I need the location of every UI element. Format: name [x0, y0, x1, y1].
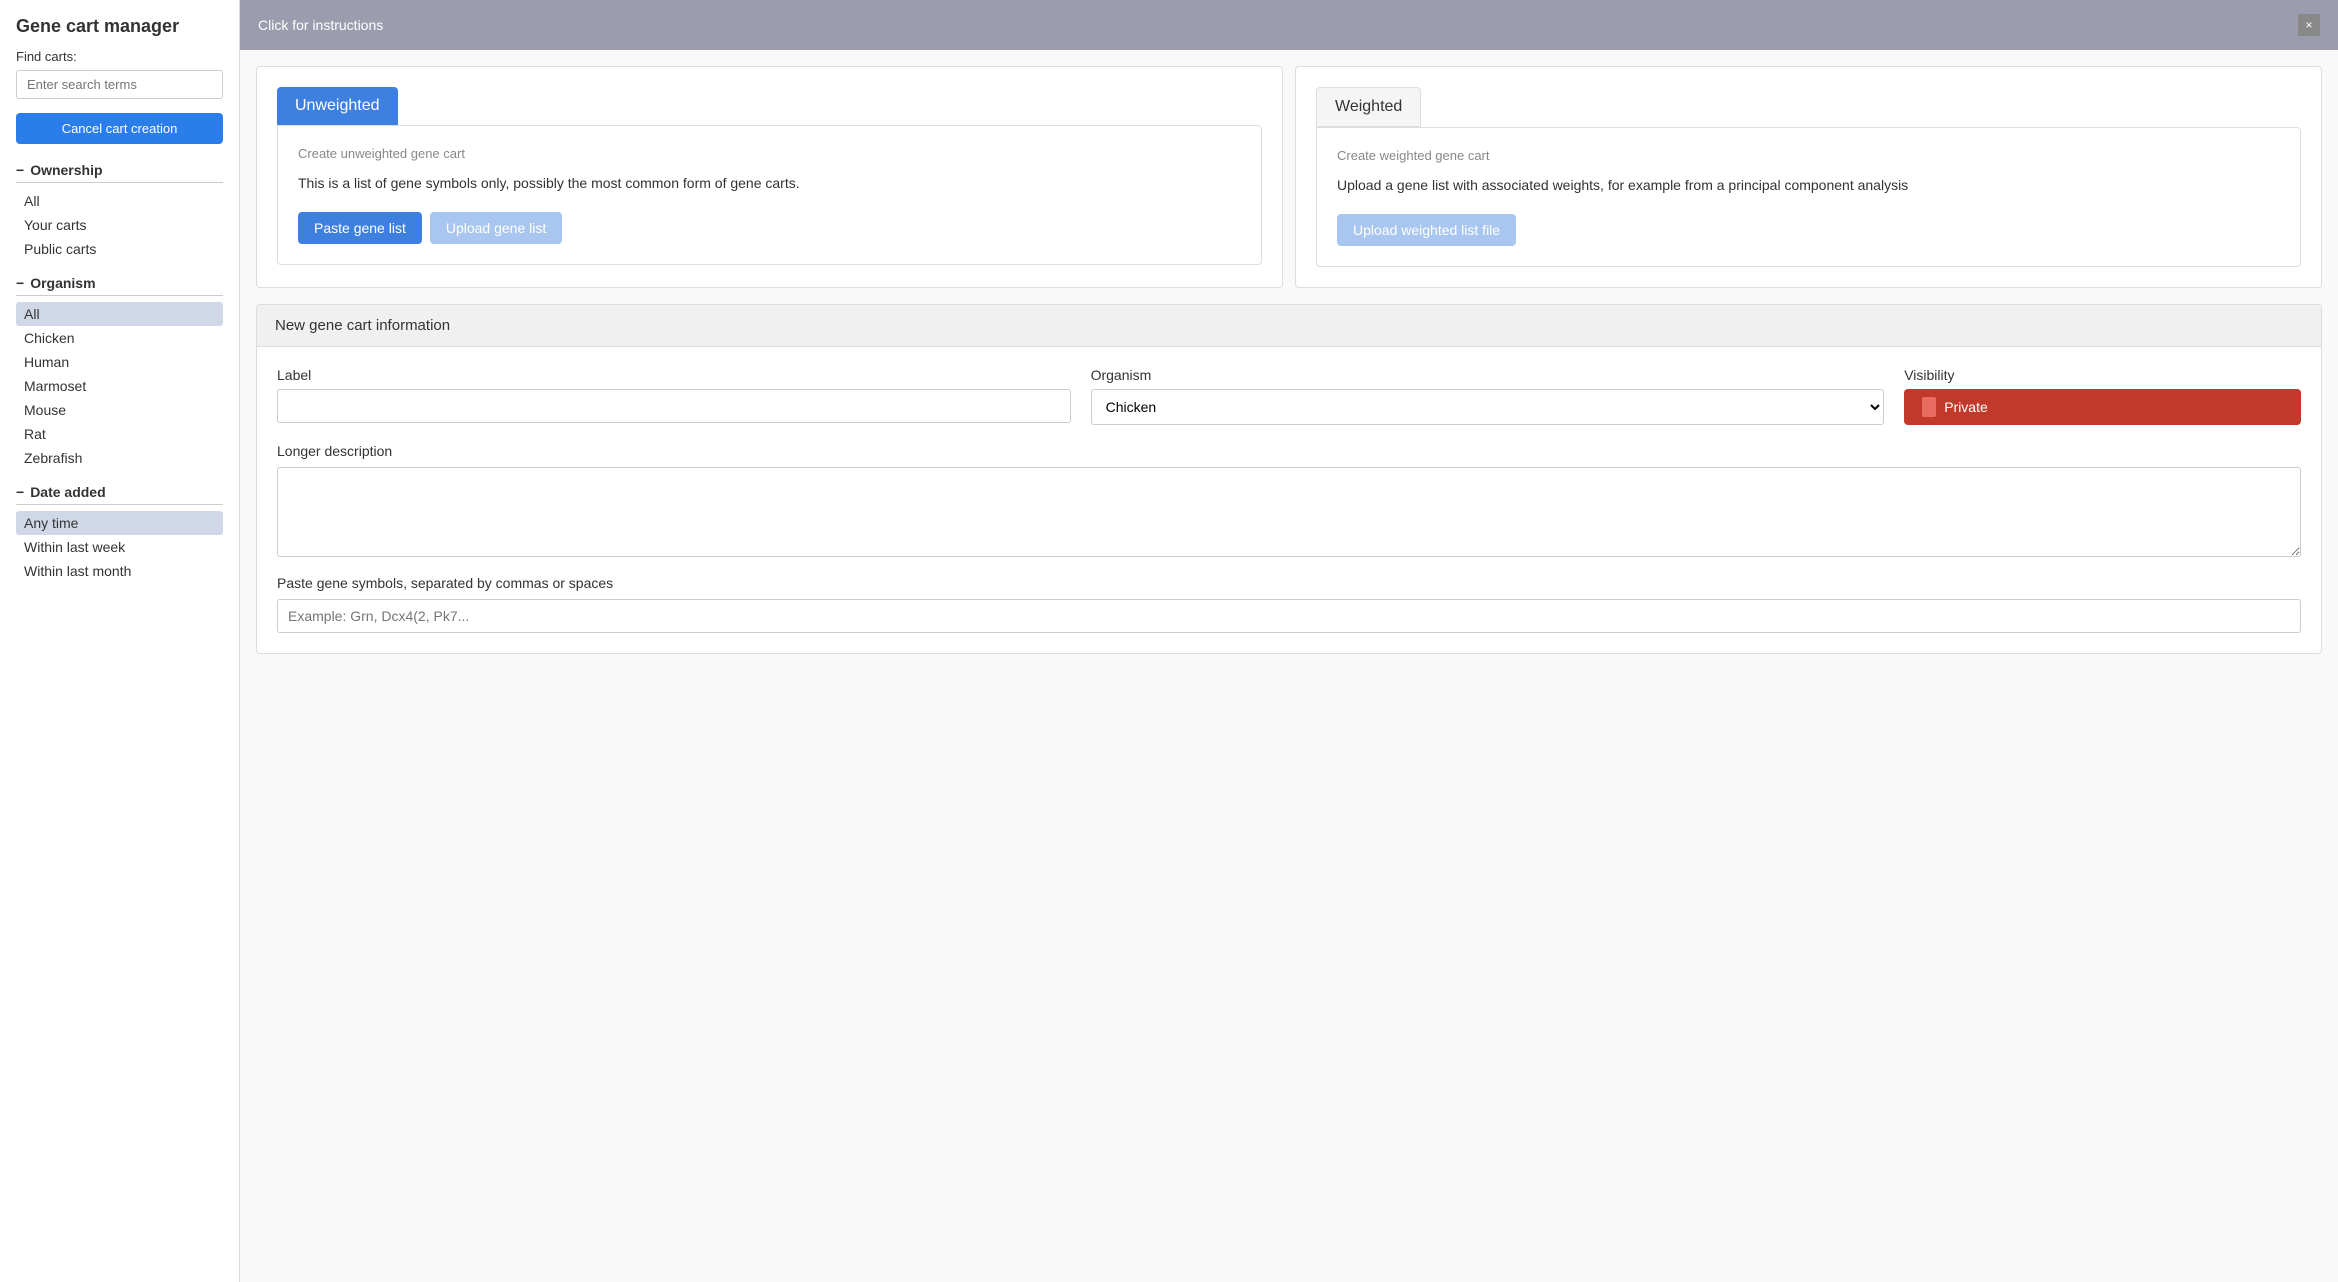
lock-icon [1922, 397, 1936, 417]
sidebar-item-within-last-month[interactable]: Within last month [16, 559, 223, 583]
weighted-buttons: Upload weighted list file [1337, 214, 2280, 246]
description-label: Longer description [277, 443, 392, 459]
close-instructions-button[interactable]: × [2298, 14, 2320, 36]
upload-weighted-list-button[interactable]: Upload weighted list file [1337, 214, 1516, 246]
paste-gene-list-button[interactable]: Paste gene list [298, 212, 422, 244]
organism-header: − Organism [16, 275, 223, 296]
label-input[interactable] [277, 389, 1071, 423]
organism-field-label: Organism [1091, 367, 1885, 383]
sidebar-item-your-carts[interactable]: Your carts [16, 213, 223, 237]
cart-type-cards: Unweighted Create unweighted gene cart T… [240, 50, 2338, 304]
form-row-description: Longer description [277, 443, 2301, 557]
ownership-header: − Ownership [16, 162, 223, 183]
search-input[interactable] [16, 70, 223, 99]
unweighted-description: This is a list of gene symbols only, pos… [298, 173, 1241, 194]
sidebar-item-marmoset[interactable]: Marmoset [16, 374, 223, 398]
weighted-card: Weighted Create weighted gene cart Uploa… [1295, 66, 2322, 288]
description-textarea[interactable] [277, 467, 2301, 557]
sidebar-item-human[interactable]: Human [16, 350, 223, 374]
organism-group: Organism Chicken Human Marmoset Mouse Ra… [1091, 367, 1885, 425]
sidebar-item-public-carts[interactable]: Public carts [16, 237, 223, 261]
main-content: Click for instructions × Unweighted Crea… [240, 0, 2338, 1282]
label-field-label: Label [277, 367, 1071, 383]
visibility-label: Private [1944, 399, 1988, 415]
weighted-tab[interactable]: Weighted [1316, 87, 1421, 127]
sidebar-item-mouse[interactable]: Mouse [16, 398, 223, 422]
ownership-section: − Ownership All Your carts Public carts [16, 162, 223, 261]
find-carts-label: Find carts: [16, 49, 223, 64]
paste-symbols-group: Paste gene symbols, separated by commas … [277, 575, 2301, 633]
visibility-group: Visibility Private [1904, 367, 2301, 425]
date-added-header: − Date added [16, 484, 223, 505]
visibility-field-label: Visibility [1904, 367, 2301, 383]
organism-section: − Organism All Chicken Human Marmoset Mo… [16, 275, 223, 470]
instructions-label: Click for instructions [258, 17, 383, 33]
date-added-section: − Date added Any time Within last week W… [16, 484, 223, 583]
label-group: Label [277, 367, 1071, 423]
cancel-cart-creation-button[interactable]: Cancel cart creation [16, 113, 223, 144]
paste-symbols-label: Paste gene symbols, separated by commas … [277, 575, 2301, 591]
instructions-bar[interactable]: Click for instructions × [240, 0, 2338, 50]
sidebar-item-any-time[interactable]: Any time [16, 511, 223, 535]
unweighted-card-body: Create unweighted gene cart This is a li… [277, 125, 1262, 265]
sidebar-item-all-ownership[interactable]: All [16, 189, 223, 213]
unweighted-buttons: Paste gene list Upload gene list [298, 212, 1241, 244]
paste-symbols-input[interactable] [277, 599, 2301, 633]
visibility-toggle-button[interactable]: Private [1904, 389, 2301, 425]
sidebar-item-rat[interactable]: Rat [16, 422, 223, 446]
new-gene-cart-info-section: New gene cart information Label Organism… [256, 304, 2322, 654]
sidebar-item-zebrafish[interactable]: Zebrafish [16, 446, 223, 470]
organism-select[interactable]: Chicken Human Marmoset Mouse Rat Zebrafi… [1091, 389, 1885, 425]
upload-gene-list-button[interactable]: Upload gene list [430, 212, 562, 244]
sidebar-item-chicken[interactable]: Chicken [16, 326, 223, 350]
sidebar: Gene cart manager Find carts: Cancel car… [0, 0, 240, 1282]
unweighted-tab[interactable]: Unweighted [277, 87, 398, 125]
unweighted-card: Unweighted Create unweighted gene cart T… [256, 66, 1283, 288]
page-title: Gene cart manager [16, 16, 223, 37]
info-section-body: Label Organism Chicken Human Marmoset Mo… [257, 347, 2321, 653]
form-row-top: Label Organism Chicken Human Marmoset Mo… [277, 367, 2301, 425]
unweighted-subtitle: Create unweighted gene cart [298, 146, 1241, 161]
weighted-card-body: Create weighted gene cart Upload a gene … [1316, 127, 2301, 267]
weighted-subtitle: Create weighted gene cart [1337, 148, 2280, 163]
info-section-header: New gene cart information [257, 305, 2321, 347]
sidebar-item-all-organism[interactable]: All [16, 302, 223, 326]
sidebar-item-within-last-week[interactable]: Within last week [16, 535, 223, 559]
weighted-description: Upload a gene list with associated weigh… [1337, 175, 2280, 196]
